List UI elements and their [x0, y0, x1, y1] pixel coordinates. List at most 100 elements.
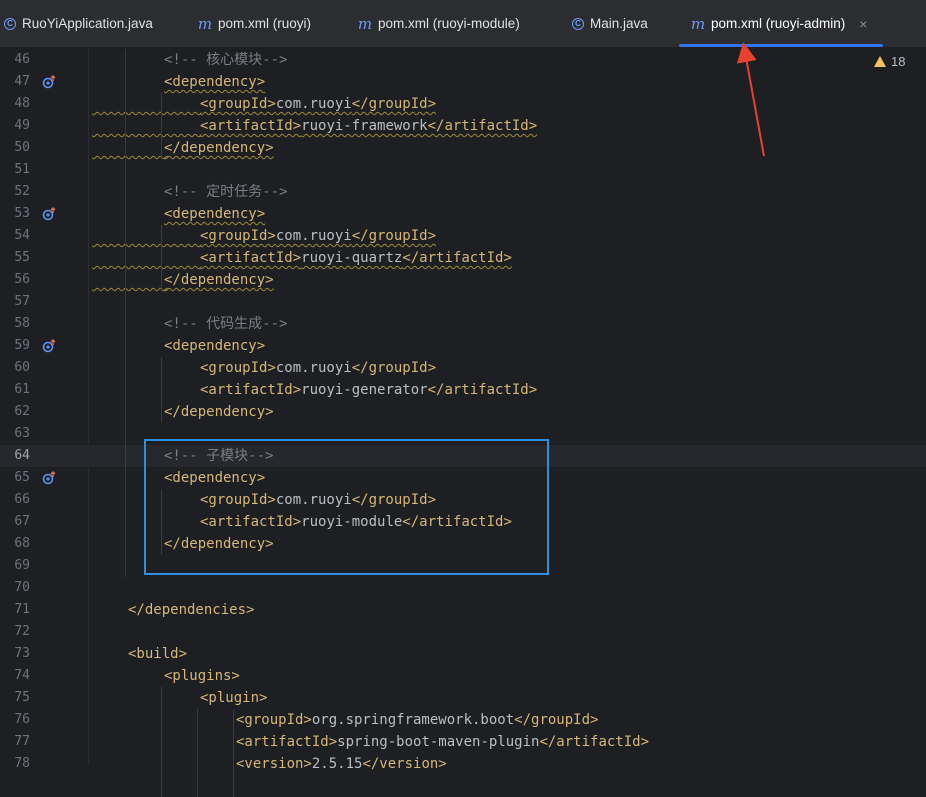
xml-tag: </groupId>: [351, 96, 437, 112]
code-line[interactable]: 50 </dependency>: [0, 137, 926, 159]
xml-tag: </dependency>: [164, 140, 274, 156]
line-number: 52: [14, 184, 30, 199]
line-number: 58: [14, 316, 30, 331]
line-number: 74: [14, 668, 30, 683]
xml-tag: </artifactId>: [539, 734, 650, 750]
code-line[interactable]: 51: [0, 159, 926, 181]
xml-tag: <artifactId>: [236, 734, 338, 750]
line-number: 61: [14, 382, 30, 397]
xml-tag: </groupId>: [351, 360, 437, 376]
code-line[interactable]: 78 <version>2.5.15</version>: [0, 753, 926, 775]
line-number: 78: [14, 756, 30, 771]
tab-main-java[interactable]: C Main.java: [572, 0, 648, 47]
annotation-highlight-box: [144, 439, 549, 575]
maven-icon: m: [357, 14, 373, 33]
code-line[interactable]: 71 </dependencies>: [0, 599, 926, 621]
code-line[interactable]: 60 <groupId>com.ruoyi</groupId>: [0, 357, 926, 379]
close-icon[interactable]: ×: [859, 16, 867, 32]
code-line[interactable]: 57: [0, 291, 926, 313]
code-line[interactable]: 55 <artifactId>ruoyi-quartz</artifactId>: [0, 247, 926, 269]
line-number: 68: [14, 536, 30, 551]
code-line[interactable]: 76 <groupId>org.springframework.boot</gro…: [0, 709, 926, 731]
code-line[interactable]: 70: [0, 577, 926, 599]
code-line[interactable]: 75 <plugin>: [0, 687, 926, 709]
xml-tag: </artifactId>: [402, 250, 512, 266]
xml-tag: </version>: [362, 756, 447, 772]
active-tab-indicator: [679, 44, 883, 47]
code-line[interactable]: 49 <artifactId>ruoyi-framework</artifact…: [0, 115, 926, 137]
code-text: </dependency>: [92, 137, 274, 159]
code-line[interactable]: 58 <!-- 代码生成-->: [0, 313, 926, 335]
code-line[interactable]: 46 <!-- 核心模块-->: [0, 49, 926, 71]
line-number: 47: [14, 74, 30, 89]
line-number: 77: [14, 734, 30, 749]
code-line[interactable]: 53 <dependency>: [0, 203, 926, 225]
xml-tag: <dependency>: [164, 206, 266, 222]
code-line[interactable]: 61 <artifactId>ruoyi-generator</artifactI…: [0, 379, 926, 401]
xml-tag: </dependency>: [164, 404, 274, 420]
xml-tag: <groupId>: [200, 360, 276, 376]
xml-text: ruoyi-generator: [301, 382, 428, 398]
xml-tag: <groupId>: [200, 228, 276, 244]
indent-guide: [233, 709, 234, 797]
code-line[interactable]: 52 <!-- 定时任务-->: [0, 181, 926, 203]
line-number: 67: [14, 514, 30, 529]
code-text: <!-- 核心模块-->: [92, 49, 287, 71]
xml-tag: <dependency>: [164, 338, 266, 354]
tab-pom-xml-ruoyi-admin[interactable]: m pom.xml (ruoyi-admin) ×: [689, 0, 868, 47]
code-line[interactable]: 77 <artifactId>spring-boot-maven-plugin</…: [0, 731, 926, 753]
tab-label: pom.xml (ruoyi): [218, 16, 312, 31]
line-number: 69: [14, 558, 30, 573]
tab-ruoyi-application-java[interactable]: C RuoYiApplication.java: [4, 0, 153, 47]
line-number: 63: [14, 426, 30, 441]
override-gutter-icon[interactable]: [42, 207, 56, 221]
code-text: <dependency>: [92, 335, 265, 357]
code-text: <groupId>com.ruoyi</groupId>: [92, 225, 436, 247]
code-text: <artifactId>ruoyi-framework</artifactId>: [92, 115, 537, 137]
xml-comment: <!-- 核心模块-->: [164, 52, 288, 68]
line-number: 60: [14, 360, 30, 375]
code-line[interactable]: 74 <plugins>: [0, 665, 926, 687]
code-text: <version>2.5.15</version>: [92, 753, 447, 775]
code-line[interactable]: 73 <build>: [0, 643, 926, 665]
tab-label: pom.xml (ruoyi-admin): [711, 16, 846, 31]
code-line[interactable]: 59 <dependency>: [0, 335, 926, 357]
tab-pom-xml-ruoyi-module[interactable]: m pom.xml (ruoyi-module): [356, 0, 520, 47]
line-number: 62: [14, 404, 30, 419]
indent-guide: [197, 709, 198, 797]
override-gutter-icon[interactable]: [42, 339, 56, 353]
code-text: <artifactId>spring-boot-maven-plugin</ar…: [92, 731, 649, 753]
code-text: <dependency>: [92, 71, 265, 93]
tab-label: Main.java: [590, 16, 648, 31]
override-gutter-icon[interactable]: [42, 75, 56, 89]
code-line[interactable]: 48 <groupId>com.ruoyi</groupId>: [0, 93, 926, 115]
line-number: 54: [14, 228, 30, 243]
line-number: 46: [14, 52, 30, 67]
code-line[interactable]: 47 <dependency>: [0, 71, 926, 93]
line-number: 71: [14, 602, 30, 617]
xml-tag: </groupId>: [514, 712, 599, 728]
xml-tag: <groupId>: [236, 712, 312, 728]
tab-pom-xml-ruoyi[interactable]: m pom.xml (ruoyi): [196, 0, 311, 47]
indent-guide: [161, 93, 162, 159]
line-number: 75: [14, 690, 30, 705]
indent-guide: [161, 687, 162, 797]
xml-tag: </dependency>: [164, 272, 274, 288]
code-text: <build>: [92, 643, 187, 665]
code-line[interactable]: 54 <groupId>com.ruoyi</groupId>: [0, 225, 926, 247]
code-line[interactable]: 62 </dependency>: [0, 401, 926, 423]
xml-text: spring-boot-maven-plugin: [337, 734, 540, 750]
line-number: 76: [14, 712, 30, 727]
override-gutter-icon[interactable]: [42, 471, 56, 485]
maven-icon: m: [197, 14, 213, 33]
xml-tag: </artifactId>: [427, 382, 538, 398]
code-line[interactable]: 56 </dependency>: [0, 269, 926, 291]
xml-text: 2.5.15: [311, 756, 363, 772]
indent-guide: [161, 357, 162, 423]
code-editor[interactable]: 18 46 <!-- 核心模块--> 47 <dependency> 48 <group…: [0, 48, 926, 797]
code-line[interactable]: 72: [0, 621, 926, 643]
xml-tag: <dependency>: [164, 74, 266, 90]
